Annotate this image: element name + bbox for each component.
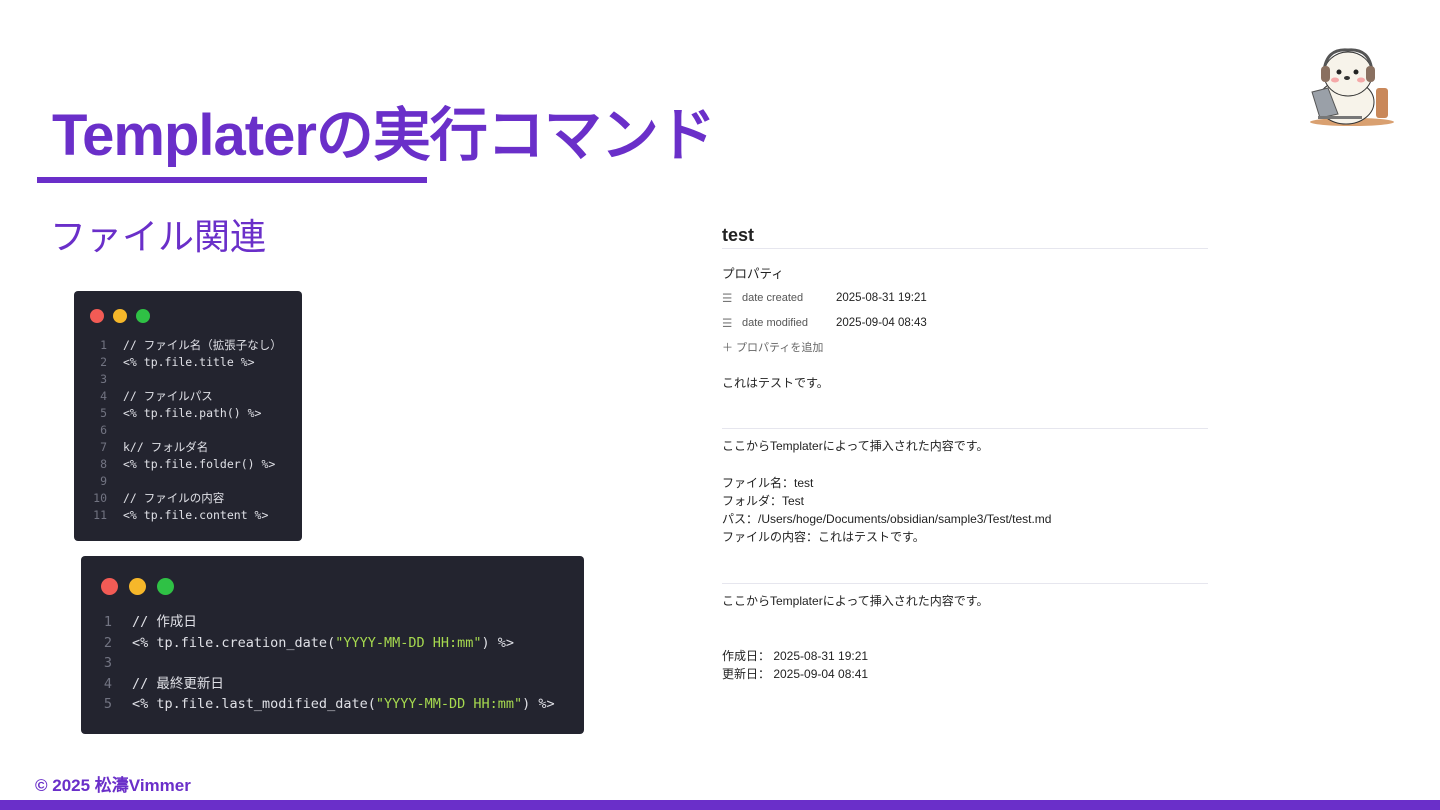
maximize-dot: [136, 309, 150, 323]
title-underline: [37, 177, 427, 183]
property-key: date created: [742, 292, 804, 304]
line-number: 7: [100, 440, 107, 454]
close-dot: [101, 578, 118, 595]
text-lines-icon: ☰: [722, 293, 733, 305]
code-line: 8 <% tp.file.folder() %>: [90, 456, 282, 473]
code-text: // 作成日: [132, 614, 197, 630]
code-text: <% tp.file.folder() %>: [123, 457, 276, 471]
close-dot: [90, 309, 104, 323]
section-intro: ここからTemplaterによって挿入された内容です。: [722, 439, 989, 453]
note-title: test: [722, 225, 755, 245]
code-line: 3: [99, 653, 555, 674]
slide-subtitle: ファイル関連: [50, 216, 267, 257]
line-number: 1: [103, 614, 112, 630]
code-line: 5 <% tp.file.last_modified_date("YYYY-MM-…: [99, 694, 555, 715]
divider: [722, 583, 1208, 584]
line-number: 2: [100, 355, 107, 369]
line-number: 5: [100, 406, 107, 420]
line-number: 3: [100, 372, 107, 386]
beaver-with-headphones-laptop-icon: [1310, 48, 1394, 126]
property-row[interactable]: ☰ date created 2025-08-31 19:21: [722, 289, 1208, 307]
code-string: "YYYY-MM-DD HH:mm": [335, 634, 482, 651]
date-info-line: 更新日： 2025-09-04 08:41: [722, 667, 869, 681]
code-line: 4 // ファイルパス: [90, 388, 282, 405]
line-number: 1: [100, 338, 107, 352]
obsidian-note-preview: test プロパティ ☰ date created 2025-08-31 19:…: [722, 222, 1208, 683]
bottom-accent-bar: [0, 800, 1440, 810]
property-row[interactable]: ☰ date modified 2025-09-04 08:43: [722, 314, 1208, 332]
code-line: 6: [90, 422, 282, 439]
file-info-line: フォルダ：Test: [722, 494, 805, 508]
code-text: k// フォルダ名: [123, 440, 209, 454]
code-line: 3: [90, 371, 282, 388]
code-line: 10 // ファイルの内容: [90, 490, 282, 507]
window-controls: [101, 578, 174, 595]
code-block-file-info: 1 // ファイル名（拡張子なし） 2 <% tp.file.title %> 3 4 //…: [74, 291, 302, 541]
file-info-line: パス：/Users/hoge/Documents/obsidian/sample…: [722, 512, 1052, 526]
add-property-button[interactable]: ＋ プロパティを追加: [722, 339, 1208, 357]
code-block-dates: 1// 作成日 2 <% tp.file.creation_date("YYYY-M…: [81, 556, 584, 734]
line-number: 4: [103, 675, 112, 692]
code-lines: 1 // ファイル名（拡張子なし） 2 <% tp.file.title %> 3 4 //…: [90, 337, 282, 524]
code-text: <% tp.file.path() %>: [123, 406, 262, 420]
code-lines: 1// 作成日 2 <% tp.file.creation_date("YYYY-M…: [99, 612, 555, 715]
code-text: // ファイル名（拡張子なし）: [123, 338, 282, 352]
line-number: 9: [100, 474, 107, 488]
code-line: 7 k// フォルダ名: [90, 439, 282, 456]
divider: [722, 428, 1208, 429]
minimize-dot: [113, 309, 127, 323]
code-line: 1 // ファイル名（拡張子なし）: [90, 337, 282, 354]
code-text: // ファイルパス: [123, 389, 213, 403]
slide-title: Templaterの実行コマンド: [52, 103, 716, 168]
minimize-dot: [129, 578, 146, 595]
line-number: 11: [93, 508, 107, 522]
line-number: 8: [100, 457, 107, 471]
note-body-line: これはテストです。: [722, 376, 829, 390]
code-text: ) %>: [481, 634, 515, 651]
code-text: <% tp.file.title %>: [123, 355, 255, 369]
line-number: 3: [103, 655, 112, 671]
window-controls: [90, 309, 150, 323]
line-number: 6: [100, 423, 107, 437]
code-text: <% tp.file.creation_date(: [132, 634, 336, 651]
file-info-line: ファイルの内容：これはテストです。: [722, 530, 925, 544]
code-line: 5 <% tp.file.path() %>: [90, 405, 282, 422]
code-line: 1 // 作成日: [99, 612, 555, 633]
code-text: <% tp.file.content %>: [123, 508, 269, 522]
file-info-line: ファイル名：test: [722, 476, 814, 490]
properties-heading: プロパティ: [722, 267, 784, 281]
divider: [722, 248, 1208, 249]
code-line: 9: [90, 473, 282, 490]
property-value[interactable]: 2025-09-04 08:43: [836, 317, 927, 329]
code-text: ) %>: [522, 696, 555, 712]
code-string: "YYYY-MM-DD HH:mm": [375, 696, 523, 712]
section-intro: ここからTemplaterによって挿入された内容です。: [722, 594, 989, 608]
code-text: // ファイルの内容: [123, 491, 225, 505]
code-line: 11 <% tp.file.content %>: [90, 507, 282, 524]
line-number: 10: [93, 491, 107, 505]
property-key: date modified: [742, 317, 809, 329]
code-text: // 最終更新日: [132, 675, 224, 692]
code-line: 2 <% tp.file.creation_date("YYYY-MM-DD HH…: [99, 633, 555, 654]
text-lines-icon: ☰: [722, 318, 733, 330]
code-line: 4 // 最終更新日: [99, 674, 555, 695]
maximize-dot: [157, 578, 174, 595]
copyright-footer: © 2025 松濤Vimmer: [35, 776, 191, 795]
date-info-line: 作成日： 2025-08-31 19:21: [722, 649, 869, 663]
code-text: <% tp.file.last_modified_date(: [132, 696, 376, 712]
line-number: 5: [103, 696, 112, 712]
line-number: 2: [103, 634, 112, 651]
property-value[interactable]: 2025-08-31 19:21: [836, 292, 927, 304]
line-number: 4: [100, 389, 107, 403]
code-line: 2 <% tp.file.title %>: [90, 354, 282, 371]
